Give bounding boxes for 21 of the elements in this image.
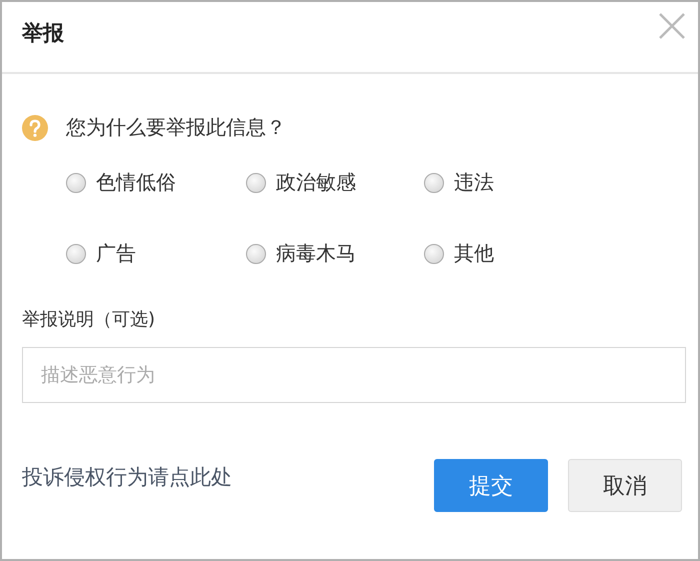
description-field[interactable]: 描述恶意行为	[22, 347, 686, 403]
radio-button[interactable]	[66, 172, 86, 192]
radio-button[interactable]	[66, 244, 86, 264]
reason-option[interactable]: 违法	[424, 169, 604, 196]
close-icon[interactable]	[658, 12, 686, 40]
reason-option[interactable]: 政治敏感	[246, 169, 424, 196]
cancel-button[interactable]: 取消	[568, 459, 682, 512]
reason-option[interactable]: 色情低俗	[66, 169, 246, 196]
radio-button[interactable]	[424, 244, 444, 264]
reason-option[interactable]: 其他	[424, 240, 604, 267]
dialog-title: 举报	[22, 20, 64, 47]
question-icon	[22, 114, 48, 140]
radio-button[interactable]	[246, 172, 266, 192]
infringement-link[interactable]: 投诉侵权行为请点此处	[22, 462, 232, 490]
question-text: 您为什么要举报此信息？	[66, 114, 286, 141]
radio-button[interactable]	[424, 172, 444, 192]
submit-button[interactable]: 提交	[434, 459, 548, 512]
reason-option[interactable]: 广告	[66, 240, 246, 267]
radio-button[interactable]	[246, 244, 266, 264]
reason-option[interactable]: 病毒木马	[246, 240, 424, 267]
field-label: 举报说明（可选)	[22, 308, 156, 331]
